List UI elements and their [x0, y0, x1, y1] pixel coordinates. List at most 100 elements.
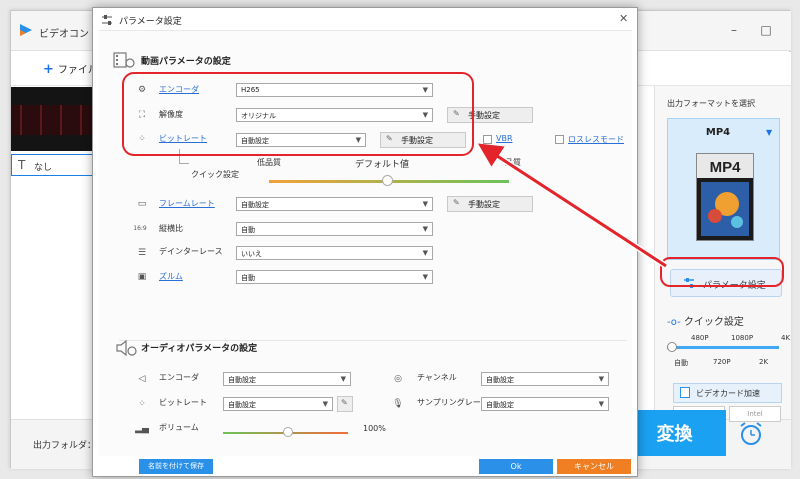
deinterlace-value: いいえ: [241, 250, 262, 258]
quick-slider-thumb[interactable]: [667, 342, 677, 352]
channel-select[interactable]: 自動設定 ▼: [481, 372, 609, 386]
pencil-icon: ✎: [341, 398, 348, 407]
format-name: MP4: [705, 127, 731, 138]
volume-bars-icon: ▂▄: [135, 424, 149, 434]
audio-bitrate-select[interactable]: 自動設定 ▼: [223, 397, 333, 411]
convert-button[interactable]: 変換: [623, 410, 726, 456]
framerate-value: 自動設定: [241, 201, 269, 209]
volume-slider-thumb[interactable]: [283, 427, 293, 437]
audio-bitrate-manual-button[interactable]: ✎: [337, 396, 353, 412]
video-frame-image: [11, 87, 93, 151]
quality-slider-thumb[interactable]: [382, 175, 393, 186]
add-file-button[interactable]: + ファイル: [43, 61, 98, 77]
chevron-down-icon: ▼: [598, 375, 604, 383]
subtitle-value: なし: [34, 163, 53, 173]
quality-low-label: 低品質: [257, 158, 281, 167]
convert-label: 変換: [656, 424, 693, 445]
dropdown-arrow-icon: ▼: [766, 128, 773, 137]
quick-setting-caption: クイック設定: [191, 170, 239, 179]
framerate-icon: ▭: [137, 199, 147, 209]
chevron-down-icon: ▼: [422, 200, 428, 208]
manual-setting-label: 手動設定: [468, 200, 500, 209]
zoom-select[interactable]: 自動 ▼: [236, 270, 433, 284]
chevron-down-icon: ▼: [340, 375, 346, 383]
audio-encoder-select[interactable]: 自動設定 ▼: [223, 372, 351, 386]
quick-slider-icon: -o-: [667, 317, 681, 328]
audio-settings-icon: [116, 339, 137, 357]
quick-tick-1080p: 1080P: [731, 334, 754, 342]
chevron-down-icon: ▼: [422, 225, 428, 233]
quick-tick-2k: 2K: [759, 358, 769, 366]
lossless-checkbox[interactable]: [555, 135, 564, 144]
deinterlace-icon: ☰: [137, 248, 147, 258]
sampling-rate-value: 自動設定: [486, 401, 514, 409]
chevron-down-icon: ▼: [422, 273, 428, 281]
video-settings-icon: [113, 52, 135, 68]
minimize-icon[interactable]: –: [724, 23, 744, 37]
close-icon[interactable]: ✕: [619, 12, 628, 25]
app-title: ビデオコン: [39, 29, 89, 40]
highlight-video-params: [122, 72, 474, 156]
dialog-title: パラメータ設定: [119, 17, 182, 27]
bitrate-dots-icon: ⁘: [138, 399, 146, 409]
quick-setting-slider[interactable]: [667, 346, 779, 349]
alarm-clock-icon[interactable]: [731, 418, 771, 450]
aspect-ratio-select[interactable]: 自動 ▼: [236, 222, 433, 236]
vbr-checkbox[interactable]: [483, 135, 492, 144]
plus-icon: +: [43, 62, 54, 77]
audio-encoder-value: 自動設定: [228, 376, 256, 384]
output-panel: 出力フォーマットを選択 MP4 ▼ MP4 パラメータ設定 -o- クイック設定…: [654, 86, 791, 422]
quick-setting-text: クイック設定: [683, 317, 744, 328]
deinterlace-label: デインターレース: [159, 247, 223, 256]
deinterlace-select[interactable]: いいえ ▼: [236, 246, 433, 260]
microphone-icon: 🎙: [392, 399, 404, 409]
output-folder-label: 出力フォルダ：: [33, 441, 97, 451]
sampling-rate-label: サンプリングレート: [417, 398, 489, 407]
text-icon: T: [18, 158, 26, 172]
pencil-icon: ✎: [453, 198, 460, 207]
app-logo-icon: [20, 24, 32, 36]
aspect-ratio-label: 縦横比: [159, 224, 183, 233]
format-select-label: 出力フォーマットを選択: [667, 99, 755, 108]
audio-encoder-label: エンコーダ: [159, 373, 199, 382]
gpu-acceleration-label: ビデオカード加速: [696, 389, 760, 398]
maximize-icon[interactable]: □: [756, 23, 776, 37]
zoom-screen-icon: ▣: [137, 272, 147, 282]
subtitle-select[interactable]: T なし: [11, 154, 93, 176]
ok-button[interactable]: Ok: [479, 459, 553, 474]
quick-tick-auto: 自動: [674, 359, 688, 367]
video-thumbnail[interactable]: [11, 87, 93, 151]
tree-connector: [179, 163, 189, 164]
quality-high-label: 品質: [505, 158, 521, 167]
quick-tick-720p: 720P: [713, 358, 731, 366]
framerate-manual-button[interactable]: ✎ 手動設定: [447, 196, 533, 212]
mp4-format-icon: MP4: [696, 153, 754, 241]
svg-text:MP4: MP4: [710, 159, 742, 176]
speaker-icon: ◁: [138, 374, 146, 384]
audio-bitrate-value: 自動設定: [228, 401, 256, 409]
settings-sliders-icon: [102, 15, 112, 25]
highlight-param-button: [660, 257, 784, 287]
chevron-down-icon: ▼: [322, 400, 328, 408]
lossless-label[interactable]: ロスレスモード: [568, 134, 624, 145]
zoom-value: 自動: [241, 274, 255, 282]
channel-icon: ◎: [394, 374, 402, 384]
sampling-rate-select[interactable]: 自動設定 ▼: [481, 397, 609, 411]
volume-value: 100%: [363, 424, 386, 433]
audio-section-title: オーディオパラメータの設定: [141, 344, 258, 354]
format-selector[interactable]: MP4 ▼ MP4: [667, 118, 780, 260]
quick-setting-label: -o- クイック設定: [667, 313, 744, 328]
cancel-button[interactable]: キャンセル: [557, 459, 631, 474]
audio-bitrate-label: ビットレート: [159, 398, 207, 407]
zoom-label[interactable]: ズルム: [159, 271, 183, 282]
quick-tick-480p: 480P: [691, 334, 709, 342]
save-as-button[interactable]: 名前を付けて保存: [139, 459, 213, 474]
channel-value: 自動設定: [486, 376, 514, 384]
gpu-acceleration-toggle[interactable]: ビデオカード加速: [673, 383, 782, 403]
channel-label: チャンネル: [417, 373, 457, 382]
framerate-label[interactable]: フレームレート: [159, 198, 215, 209]
vbr-label[interactable]: VBR: [496, 134, 513, 143]
aspect-ratio-icon: 16:9: [133, 225, 147, 232]
volume-label: ボリューム: [159, 423, 199, 432]
framerate-select[interactable]: 自動設定 ▼: [236, 197, 433, 211]
